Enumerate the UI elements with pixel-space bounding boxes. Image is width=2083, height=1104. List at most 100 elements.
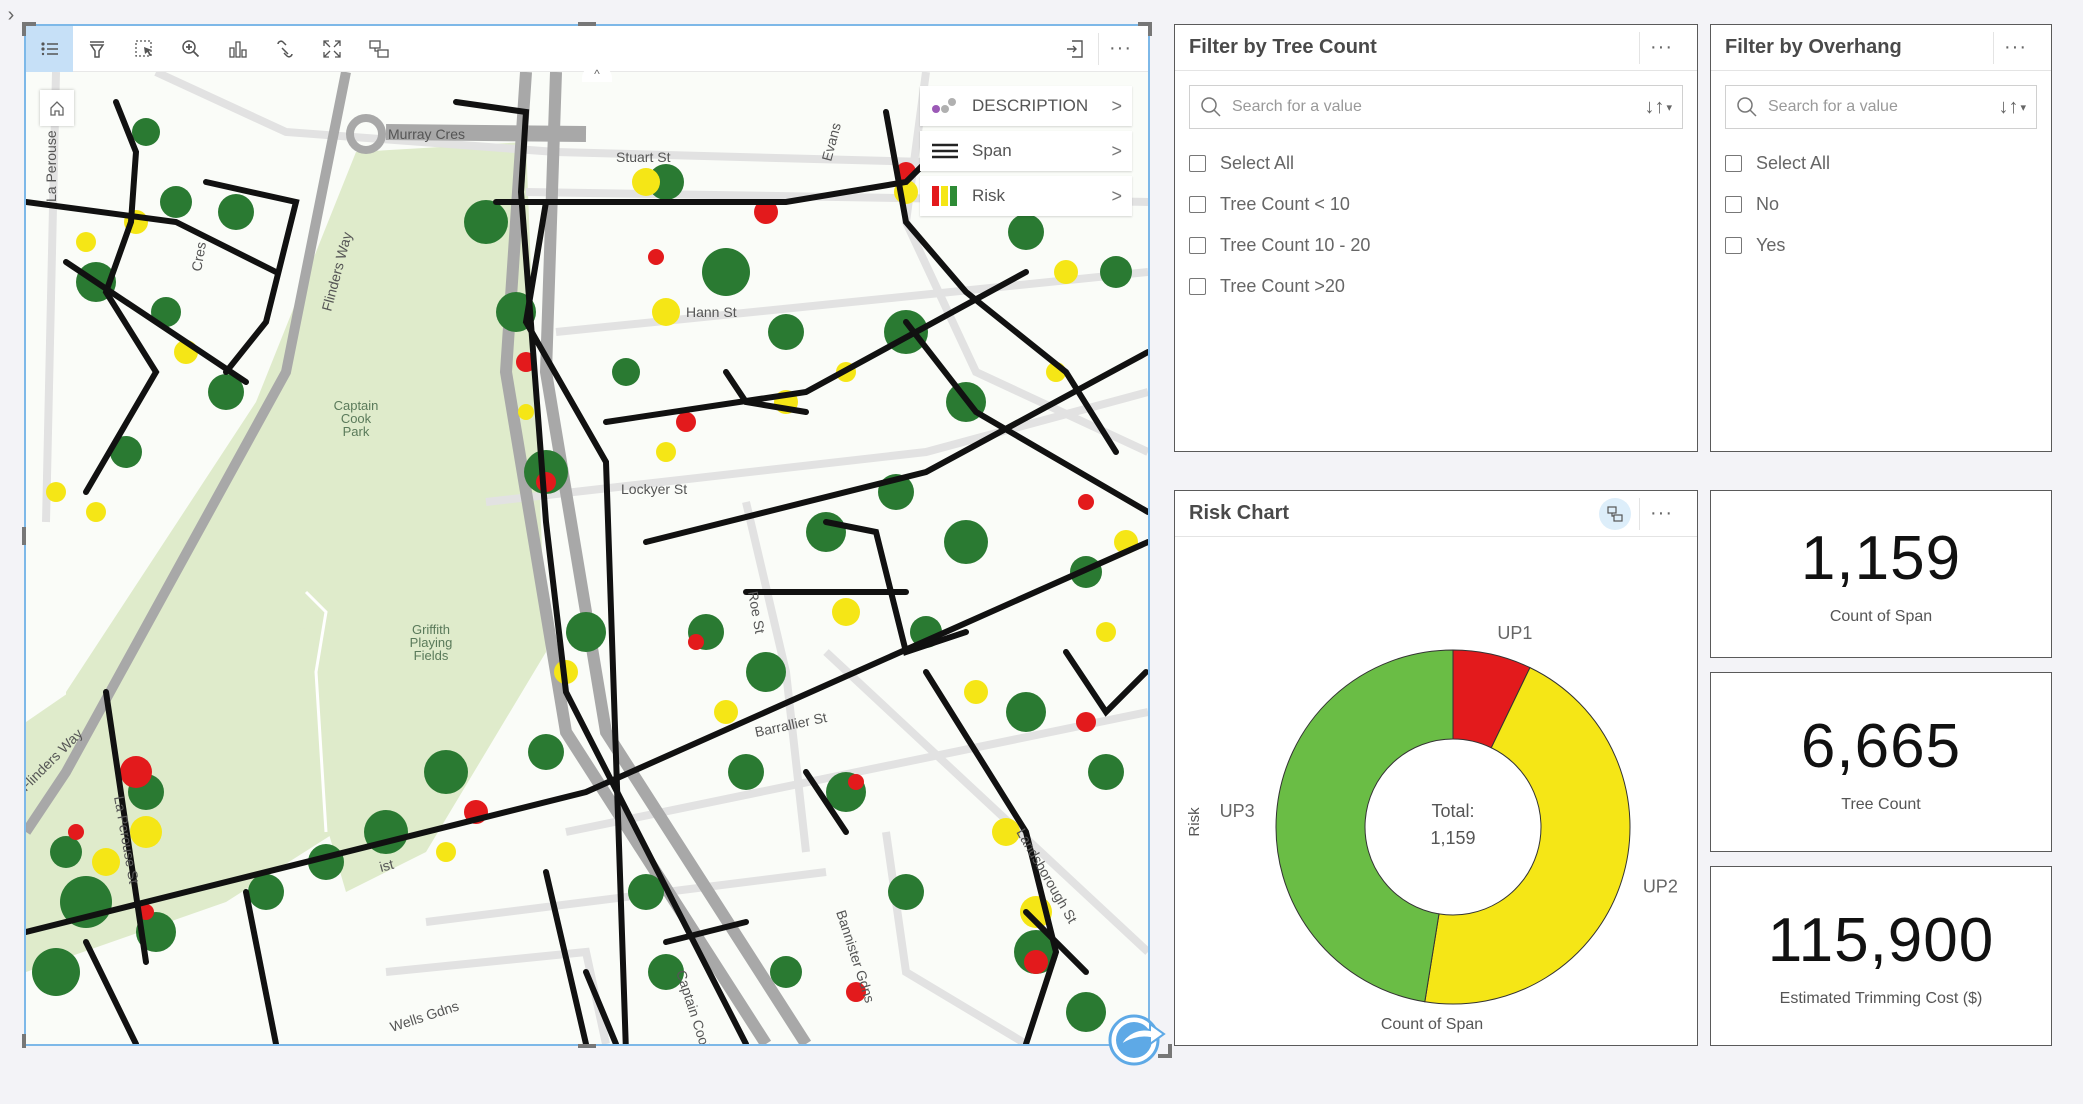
- option-yes[interactable]: Yes: [1725, 225, 2037, 266]
- search-input[interactable]: [1768, 98, 1999, 116]
- expand-button[interactable]: [308, 26, 355, 72]
- kpi-card-count-of-span[interactable]: 1,159 Count of Span: [1710, 490, 2052, 658]
- y-axis-label: Risk: [1186, 807, 1203, 837]
- more-icon: ···: [1109, 37, 1132, 59]
- collapse-toolbar-button[interactable]: ^: [582, 66, 612, 82]
- legend-item-description[interactable]: DESCRIPTION >: [920, 86, 1132, 126]
- more-icon: ···: [1650, 502, 1673, 524]
- kpi-label: Count of Span: [1829, 607, 1933, 625]
- home-icon: [50, 101, 64, 116]
- caret-down-icon: ▾: [1666, 101, 1672, 114]
- map-toolbar: ···: [26, 25, 1148, 72]
- checkbox[interactable]: [1189, 237, 1206, 254]
- home-button[interactable]: [40, 90, 74, 126]
- flip-card-icon: [1108, 1014, 1166, 1066]
- card-header: Risk Chart ···: [1175, 491, 1697, 537]
- park-label-griffith-3: Fields: [414, 648, 449, 663]
- search-box: ↓↑ ▾: [1189, 85, 1683, 129]
- card-header: Filter by Overhang ···: [1711, 25, 2051, 71]
- slice-label-up3: UP3: [1220, 801, 1255, 821]
- option-label: No: [1756, 194, 1780, 214]
- filter-button[interactable]: [73, 26, 120, 72]
- flip-card-icon: [368, 39, 389, 58]
- checkbox[interactable]: [1189, 155, 1206, 172]
- insights-page: › ··· ^ Murray Cres Stuart St Hann St Lo…: [0, 0, 2083, 1104]
- option-select-all[interactable]: Select All: [1725, 143, 2037, 184]
- map-view[interactable]: Murray Cres Stuart St Hann St Lockyer St…: [26, 72, 1148, 1044]
- option-label: Tree Count < 10: [1220, 194, 1350, 214]
- map-legend: DESCRIPTION > Span > Risk >: [920, 86, 1132, 221]
- checkbox[interactable]: [1725, 196, 1742, 213]
- visualization-type-button[interactable]: [214, 26, 261, 72]
- sort-button[interactable]: ↓↑ ▾: [1998, 96, 2026, 119]
- resize-handle-bottom-left[interactable]: [22, 1034, 26, 1048]
- select-icon: [134, 39, 152, 57]
- search-input[interactable]: [1232, 98, 1645, 116]
- slice-label-up2: UP2: [1643, 877, 1678, 897]
- checkbox[interactable]: [1189, 278, 1206, 295]
- export-icon: [1066, 39, 1083, 58]
- legend-toggle-button[interactable]: [26, 25, 73, 72]
- sync-extents-button[interactable]: [355, 26, 402, 72]
- resize-handle-top-right-v[interactable]: [1148, 22, 1152, 36]
- checkbox[interactable]: [1725, 155, 1742, 172]
- filter-overhang-card: Filter by Overhang ··· ↓↑ ▾ Select All N…: [1710, 24, 2052, 452]
- option-no[interactable]: No: [1725, 184, 2037, 225]
- legend-label: Risk: [972, 186, 1006, 205]
- kpi-card-tree-count[interactable]: 6,665 Tree Count: [1710, 672, 2052, 852]
- legend-item-risk[interactable]: Risk >: [920, 176, 1132, 216]
- sort-button[interactable]: ↓↑ ▾: [1644, 96, 1672, 119]
- map-more-button[interactable]: ···: [1098, 32, 1142, 65]
- option-tree-count-lt-10[interactable]: Tree Count < 10: [1189, 184, 1683, 225]
- resize-handle-top[interactable]: [578, 22, 596, 26]
- street-label-lockyer: Lockyer St: [621, 481, 687, 497]
- side-panel-toggle[interactable]: ›: [0, 0, 22, 30]
- filter-icon: [89, 40, 104, 58]
- more-button[interactable]: ···: [1993, 31, 2037, 64]
- legend-label: Span: [972, 141, 1012, 160]
- donut-slice-up3[interactable]: [1275, 649, 1454, 1003]
- chart-area: UP1 UP2 UP3 Total: 1,159 Risk Count of Spa…: [1175, 537, 1697, 1045]
- resize-handle-left[interactable]: [22, 527, 26, 545]
- chevron-right-icon: >: [1111, 140, 1122, 161]
- export-button[interactable]: [1051, 26, 1098, 72]
- link-button[interactable]: [261, 26, 308, 72]
- card-title: Filter by Overhang: [1725, 36, 1902, 58]
- chevron-right-icon: >: [1111, 185, 1122, 206]
- list-icon: [40, 41, 58, 55]
- zoom-to-button[interactable]: [167, 26, 214, 72]
- more-button[interactable]: ···: [1639, 497, 1683, 530]
- risk-color-bars-icon: [930, 185, 960, 207]
- more-button[interactable]: ···: [1639, 31, 1683, 64]
- resize-handle-bottom[interactable]: [578, 1044, 596, 1048]
- more-icon: ···: [2004, 36, 2027, 58]
- street-label-stuart: Stuart St: [616, 149, 671, 165]
- kpi-card-trimming-cost[interactable]: 115,900 Estimated Trimming Cost ($): [1710, 866, 2052, 1046]
- option-tree-count-10-20[interactable]: Tree Count 10 - 20: [1189, 225, 1683, 266]
- chevron-right-icon: ›: [7, 3, 15, 26]
- checkbox[interactable]: [1725, 237, 1742, 254]
- resize-handle-top-left-v[interactable]: [22, 22, 26, 36]
- kpi-value: 6,665: [1800, 711, 1962, 781]
- expand-icon: [322, 39, 341, 58]
- kpi-value: 1,159: [1800, 523, 1962, 593]
- flip-card-button[interactable]: [1106, 1004, 1170, 1068]
- map-card[interactable]: ··· ^ Murray Cres Stuart St Hann St Lock…: [24, 24, 1150, 1046]
- selection-button[interactable]: [120, 26, 167, 72]
- legend-item-span[interactable]: Span >: [920, 131, 1132, 171]
- street-label-murray: Murray Cres: [388, 126, 465, 142]
- option-tree-count-gt-20[interactable]: Tree Count >20: [1189, 266, 1683, 307]
- x-axis-label: Count of Span: [1381, 1016, 1483, 1033]
- flip-card-icon: [1607, 505, 1623, 522]
- caret-down-icon: ▾: [2020, 101, 2026, 114]
- search-icon: [1201, 97, 1221, 117]
- street-label-la-perouse: La Perouse: [43, 130, 59, 202]
- flip-card-button[interactable]: [1599, 497, 1631, 530]
- option-list: Select All No Yes: [1711, 143, 2051, 266]
- checkbox[interactable]: [1189, 196, 1206, 213]
- option-select-all[interactable]: Select All: [1189, 143, 1683, 184]
- kpi-value: 115,900: [1767, 905, 1995, 975]
- donut-chart: UP1 UP2 UP3 Total: 1,159 Risk Count of Spa…: [1186, 623, 1678, 1033]
- option-label: Tree Count 10 - 20: [1220, 235, 1371, 255]
- lines-icon: [930, 140, 960, 162]
